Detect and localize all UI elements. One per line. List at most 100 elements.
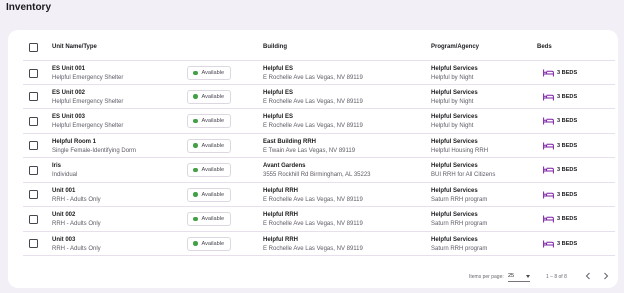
unit-name: Unit 003: [52, 236, 76, 243]
program-name: Helpful Services: [431, 89, 478, 96]
status-label: Available: [201, 70, 225, 76]
bed-icon: [543, 191, 554, 198]
beds-cell: 3 BEDS: [543, 117, 577, 125]
beds-count: 3 BEDS: [557, 70, 578, 76]
status-dot-icon: [193, 143, 198, 148]
beds-cell: 3 BEDS: [543, 166, 577, 174]
unit-name: ES Unit 002: [52, 89, 86, 96]
beds-cell: 3 BEDS: [543, 69, 577, 77]
building-address: E Rochelle Ave Las Vegas, NV 89119: [263, 123, 363, 129]
chevron-left-icon: [585, 272, 590, 280]
agency-name: Helpful by Night: [431, 98, 474, 105]
row-checkbox[interactable]: [29, 214, 38, 224]
header-beds[interactable]: Beds: [537, 44, 552, 50]
table-row[interactable]: Unit 003 RRH - Adults Only Available Helpfu…: [23, 232, 615, 256]
status-label: Available: [201, 191, 225, 198]
status-badge: Available: [187, 138, 231, 153]
header-building[interactable]: Building: [263, 44, 287, 50]
table-row[interactable]: Iris Individual Available Avant Gardens 3555…: [23, 158, 615, 183]
program-name: Helpful Services: [431, 66, 478, 72]
program-name: Helpful Services: [431, 163, 478, 169]
unit-name: ES Unit 001: [52, 66, 86, 72]
row-checkbox[interactable]: [29, 165, 38, 175]
unit-type: RRH - Adults Only: [52, 196, 101, 203]
unit-type: Individual: [52, 172, 78, 178]
status-dot-icon: [193, 118, 198, 124]
agency-name: Saturn RRH program: [431, 196, 488, 203]
beds-cell: 3 BEDS: [543, 191, 577, 199]
inventory-table: Unit Name/Type Building Program/Agency B…: [8, 30, 618, 288]
status-label: Available: [201, 93, 225, 100]
row-checkbox[interactable]: [29, 92, 38, 101]
bed-icon: [543, 215, 554, 223]
header-unit[interactable]: Unit Name/Type: [52, 44, 97, 50]
building-address: E Rochelle Ave Las Vegas, NV 89119: [263, 75, 363, 81]
status-label: Available: [201, 142, 225, 149]
agency-name: Helpful by Night: [431, 75, 474, 81]
beds-count: 3 BEDS: [557, 240, 578, 247]
unit-type: Helpful Emergency Shelter: [52, 123, 124, 129]
building-address: E Rochelle Ave Las Vegas, NV 89119: [263, 196, 363, 203]
building-address: E Rochelle Ave Las Vegas, NV 89119: [263, 245, 363, 252]
unit-type: RRH - Adults Only: [52, 221, 101, 227]
row-checkbox[interactable]: [29, 239, 38, 248]
paginator: Items per page: 25 1 – 8 of 8: [0, 263, 624, 293]
program-name: Helpful Services: [431, 212, 478, 218]
header-program[interactable]: Program/Agency: [431, 44, 479, 50]
unit-type: Helpful Emergency Shelter: [52, 75, 124, 81]
building-name: East Building RRH: [263, 138, 317, 145]
program-name: Helpful Services: [431, 236, 478, 243]
beds-count: 3 BEDS: [557, 142, 578, 149]
page-title: Inventory: [6, 2, 52, 13]
beds-cell: 3 BEDS: [543, 93, 577, 101]
status-badge: Available: [187, 114, 231, 128]
table-header: Unit Name/Type Building Program/Agency B…: [8, 30, 618, 62]
building-name: Helpful RRH: [263, 236, 298, 243]
building-address: E Rochelle Ave Las Vegas, NV 89119: [263, 98, 363, 105]
beds-cell: 3 BEDS: [543, 142, 577, 150]
row-checkbox[interactable]: [29, 68, 38, 78]
table-row[interactable]: ES Unit 002 Helpful Emergency Shelter Avai…: [23, 85, 615, 109]
status-badge: Available: [187, 187, 231, 202]
row-checkbox[interactable]: [29, 190, 38, 199]
beds-count: 3 BEDS: [557, 191, 578, 198]
select-all-checkbox[interactable]: [29, 43, 38, 52]
items-per-page-label: Items per page:: [469, 274, 504, 280]
status-dot-icon: [193, 167, 198, 173]
building-name: Helpful RRH: [263, 187, 298, 194]
items-per-page-value: 25: [508, 273, 515, 279]
beds-count: 3 BEDS: [557, 93, 578, 100]
program-name: Helpful Services: [431, 187, 478, 194]
status-badge: Available: [187, 212, 231, 226]
row-checkbox[interactable]: [29, 141, 38, 150]
unit-name: Unit 002: [52, 212, 76, 218]
row-checkbox[interactable]: [29, 116, 38, 126]
building-name: Helpful ES: [263, 89, 294, 96]
status-label: Available: [201, 216, 225, 222]
table-row[interactable]: Helpful Room 1 Single Female-Identifying …: [23, 134, 615, 158]
unit-type: Helpful Emergency Shelter: [52, 98, 124, 105]
unit-type: Single Female-Identifying Dorm: [52, 147, 137, 154]
building-address: 3555 Rockhill Rd Birmingham, AL 35223: [263, 172, 371, 178]
next-page-button[interactable]: [601, 271, 611, 281]
beds-cell: 3 BEDS: [543, 215, 577, 223]
unit-name: ES Unit 003: [52, 114, 86, 120]
status-dot-icon: [193, 192, 198, 197]
table-row[interactable]: Unit 002 RRH - Adults Only Available Helpfu…: [23, 207, 615, 232]
chevron-right-icon: [604, 272, 609, 280]
table-row[interactable]: ES Unit 003 Helpful Emergency Shelter Avai…: [23, 109, 615, 134]
bed-icon: [543, 69, 554, 77]
items-per-page-select[interactable]: 25: [508, 272, 530, 282]
table-row[interactable]: Unit 001 RRH - Adults Only Available Helpfu…: [23, 183, 615, 207]
table-row[interactable]: ES Unit 001 Helpful Emergency Shelter Avai…: [23, 60, 615, 85]
beds-count: 3 BEDS: [557, 118, 578, 124]
status-label: Available: [201, 118, 225, 124]
bed-icon: [543, 117, 554, 125]
agency-name: Helpful by Night: [431, 123, 474, 129]
bed-icon: [543, 240, 554, 247]
caret-down-icon: [526, 275, 530, 278]
program-name: Helpful Services: [431, 114, 478, 120]
previous-page-button[interactable]: [583, 271, 593, 281]
building-name: Helpful RRH: [263, 212, 298, 218]
status-dot-icon: [193, 70, 198, 76]
